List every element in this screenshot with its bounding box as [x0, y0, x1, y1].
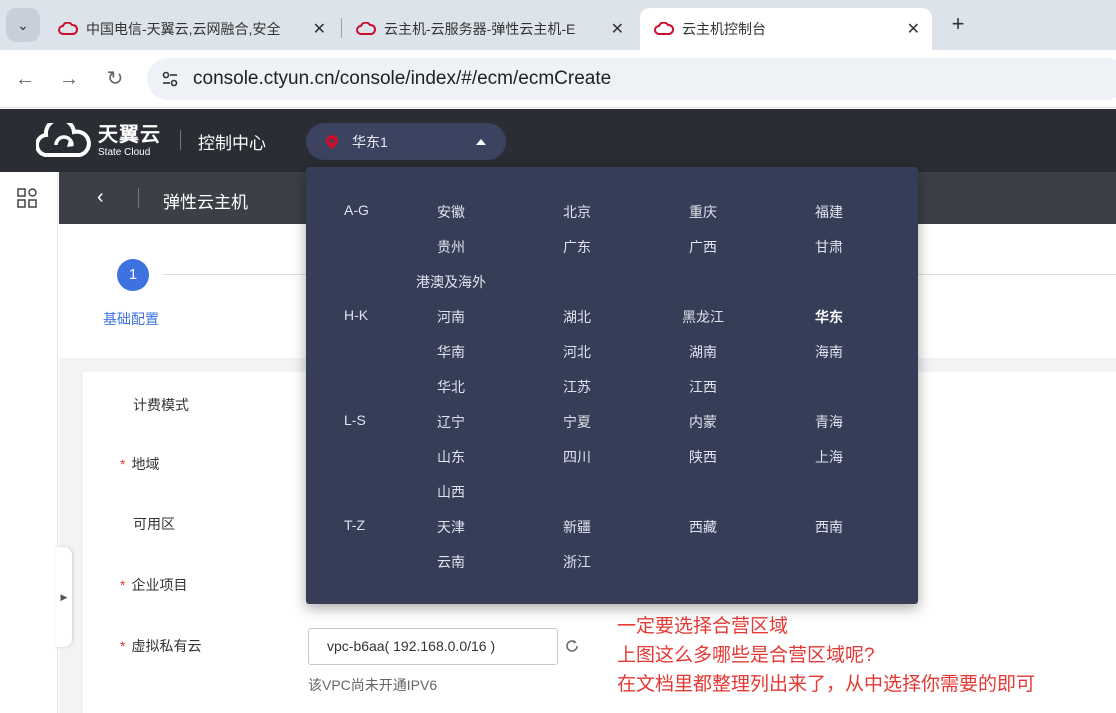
browser-tab-1[interactable]: 中国电信-天翼云,云网融合,安全 ✕ [44, 8, 338, 50]
region-group-label: L-S [344, 412, 366, 428]
ctyun-cloud-icon [654, 22, 674, 35]
region-group-label: A-G [344, 202, 369, 218]
required-mark: * [120, 577, 126, 593]
region-option[interactable]: 港澳及海外 [401, 272, 501, 292]
ctyun-cloud-icon [58, 22, 78, 35]
region-option[interactable]: 西南 [779, 517, 879, 537]
logo-brand-en: State Cloud [98, 146, 151, 158]
region-group-label: H-K [344, 307, 369, 323]
region-option[interactable]: 山西 [401, 482, 501, 502]
apps-grid-icon[interactable] [17, 188, 37, 208]
region-option[interactable]: 贵州 [401, 237, 501, 257]
region-option[interactable]: 北京 [527, 202, 627, 222]
region-selector[interactable]: 华东1 [306, 123, 506, 160]
console-title[interactable]: 控制中心 [198, 129, 266, 154]
region-option[interactable]: 四川 [527, 447, 627, 467]
region-option[interactable]: 天津 [401, 517, 501, 537]
refresh-icon[interactable] [564, 638, 580, 654]
region-option[interactable]: 青海 [779, 412, 879, 432]
region-option[interactable]: 广西 [653, 237, 753, 257]
region-option[interactable]: 山东 [401, 447, 501, 467]
region-group-label: T-Z [344, 517, 365, 533]
logo-brand-cn: 天翼云 [98, 123, 161, 146]
billing-mode-label: 计费模式 [133, 397, 189, 413]
header-divider [180, 130, 181, 150]
back-button[interactable]: ‹ [97, 186, 104, 208]
availability-zone-label: 可用区 [133, 516, 175, 532]
region-option[interactable]: 海南 [779, 342, 879, 362]
tab-title: 中国电信-天翼云,云网融合,安全 [86, 21, 281, 37]
region-option[interactable]: 内蒙 [653, 412, 753, 432]
chevron-down-icon: ⌄ [17, 16, 29, 33]
step-1-circle: 1 [117, 259, 149, 291]
region-option[interactable]: 辽宁 [401, 412, 501, 432]
required-mark: * [120, 456, 126, 472]
region-option[interactable]: 陕西 [653, 447, 753, 467]
region-option[interactable]: 新疆 [527, 517, 627, 537]
region-option[interactable]: 江苏 [527, 377, 627, 397]
vpc-ipv6-hint: 该VPC尚未开通IPV6 [308, 677, 438, 693]
region-dropdown-panel: A-G 安徽 北京 重庆 福建 贵州 广东 广西 甘肃 港澳及海外 H-K 河南… [306, 167, 918, 604]
location-pin-icon [326, 134, 338, 149]
browser-tab-3-active[interactable]: 云主机控制台 ✕ [640, 8, 932, 50]
tab-search-button[interactable]: ⌄ [6, 8, 40, 42]
region-option[interactable]: 华南 [401, 342, 501, 362]
region-selected-label: 华东1 [352, 133, 388, 150]
reload-icon[interactable]: ↻ [102, 66, 128, 92]
browser-tab-2[interactable]: 云主机-云服务器-弹性云主机-E ✕ [342, 8, 636, 50]
region-option[interactable]: 甘肃 [779, 237, 879, 257]
caret-right-icon: ▶ [60, 591, 68, 602]
sidebar-expand-handle[interactable]: ▶ [56, 547, 72, 647]
close-icon[interactable]: ✕ [907, 19, 920, 39]
region-option[interactable]: 云南 [401, 552, 501, 572]
new-tab-button[interactable]: + [945, 12, 971, 38]
region-option[interactable]: 河南 [401, 307, 501, 327]
region-option[interactable]: 安徽 [401, 202, 501, 222]
cloud-logo-icon [36, 123, 91, 158]
step-1-label: 基础配置 [103, 311, 159, 327]
vpc-label: * 虚拟私有云 [120, 638, 202, 654]
region-option[interactable]: 湖南 [653, 342, 753, 362]
caret-up-icon [476, 138, 486, 145]
required-mark: * [120, 638, 126, 654]
region-label: * 地域 [120, 456, 160, 472]
annotation-line-1: 一定要选择合营区域 [617, 616, 789, 637]
region-option[interactable]: 宁夏 [527, 412, 627, 432]
red-annotation-note: 一定要选择合营区域 上图这么多哪些是合营区域呢? 在文档里都整理列出来了，从中选… [617, 612, 1035, 699]
back-arrow-icon[interactable]: ← [12, 66, 38, 92]
region-option[interactable]: 江西 [653, 377, 753, 397]
enterprise-project-label: * 企业项目 [120, 577, 188, 593]
browser-tab-bar: ⌄ 中国电信-天翼云,云网融合,安全 ✕ 云主机-云服务器-弹性云主机-E ✕ … [0, 0, 1116, 50]
site-settings-icon[interactable] [159, 68, 181, 90]
region-option[interactable]: 重庆 [653, 202, 753, 222]
console-header: 天翼云 State Cloud 控制中心 华东1 [0, 109, 1116, 172]
url-text: console.ctyun.cn/console/index/#/ecm/ecm… [193, 68, 612, 89]
vpc-select[interactable]: vpc-b6aa( 192.168.0.0/16 ) [308, 628, 558, 665]
left-sidebar [0, 172, 58, 713]
region-option[interactable]: 华北 [401, 377, 501, 397]
region-option[interactable]: 上海 [779, 447, 879, 467]
url-omnibox[interactable]: console.ctyun.cn/console/index/#/ecm/ecm… [147, 58, 1116, 100]
region-option[interactable]: 广东 [527, 237, 627, 257]
annotation-line-2: 上图这么多哪些是合营区域呢? [617, 645, 875, 666]
region-option[interactable]: 湖北 [527, 307, 627, 327]
browser-address-bar: ← → ↻ console.ctyun.cn/console/index/#/e… [0, 50, 1116, 108]
close-icon[interactable]: ✕ [611, 19, 624, 39]
subheader-divider [138, 188, 139, 208]
page-title: 弹性云主机 [163, 193, 248, 212]
region-option[interactable]: 福建 [779, 202, 879, 222]
ctyun-cloud-icon [356, 22, 376, 35]
tab-title: 云主机控制台 [682, 21, 766, 37]
forward-arrow-icon[interactable]: → [56, 66, 82, 92]
region-option-selected[interactable]: 华东 [779, 307, 879, 327]
region-option[interactable]: 浙江 [527, 552, 627, 572]
close-icon[interactable]: ✕ [313, 19, 326, 39]
region-option[interactable]: 西藏 [653, 517, 753, 537]
ctyun-logo[interactable]: 天翼云 State Cloud [36, 122, 161, 160]
annotation-line-3: 在文档里都整理列出来了，从中选择你需要的即可 [617, 674, 1036, 695]
tab-title: 云主机-云服务器-弹性云主机-E [384, 21, 576, 37]
region-option[interactable]: 黑龙江 [653, 307, 753, 327]
region-option[interactable]: 河北 [527, 342, 627, 362]
